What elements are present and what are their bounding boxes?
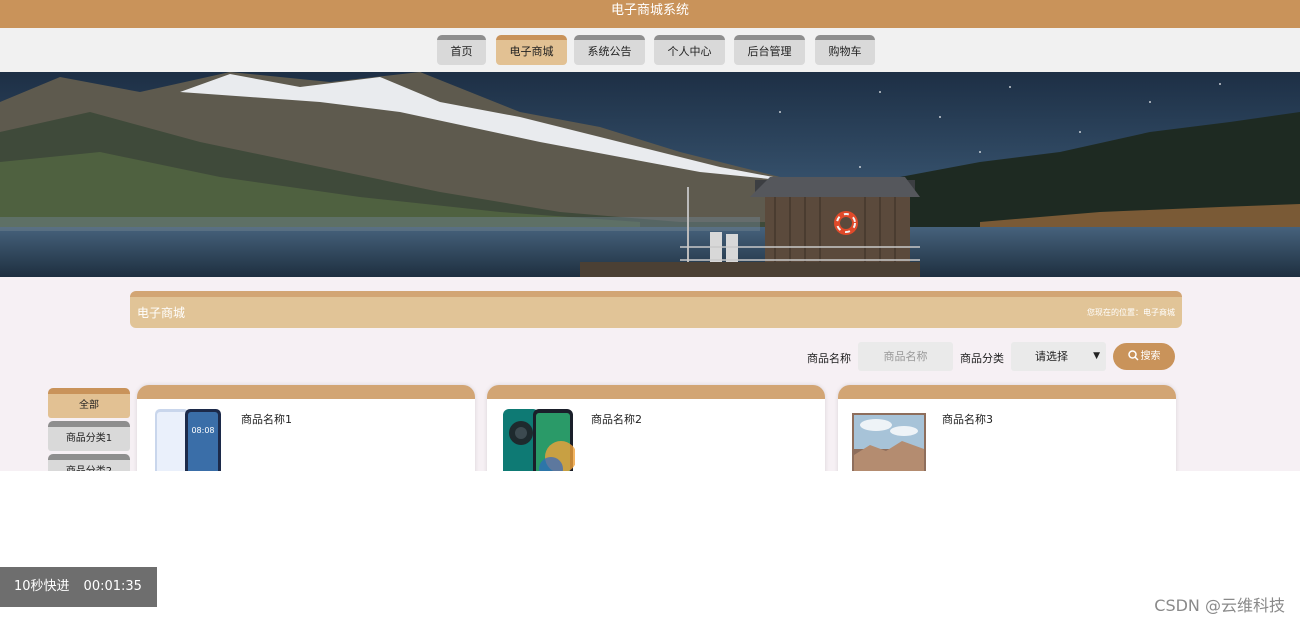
search-icon [1127,350,1139,361]
product-card[interactable]: 商品名称2 [487,385,825,471]
watermark: CSDN @云维科技 [1154,596,1285,615]
product-name: 商品名称2 [591,413,642,426]
site-title: 电子商城系统 [610,3,689,18]
page-title: 电子商城 [137,306,186,320]
category-label: 商品分类 [960,352,1004,365]
nav-item-mall[interactable]: 电子商城 [496,35,567,65]
category-item-2[interactable]: 商品分类2 [48,454,130,471]
product-name-input[interactable] [858,342,953,371]
chevron-down-icon: ▼ [1093,351,1100,361]
smartphone-icon [501,407,575,471]
category-select-value: 请选择 [1035,350,1068,363]
nav-item-admin[interactable]: 后台管理 [734,35,805,65]
category-item-all[interactable]: 全部 [48,388,130,418]
product-card[interactable]: 商品名称3 [838,385,1176,471]
product-name: 商品名称3 [942,413,993,426]
search-button[interactable]: 搜索 [1113,343,1175,370]
breadcrumb: 电子商城 您现在的位置：电子商城 [130,291,1182,328]
nav-item-announcements[interactable]: 系统公告 [574,35,645,65]
playback-time: 00:01:35 [83,579,142,594]
category-select[interactable]: 请选择 ▼ [1011,342,1106,371]
category-item-1[interactable]: 商品分类1 [48,421,130,451]
main-nav: 首页 电子商城 系统公告 个人中心 后台管理 购物车 [0,28,1300,72]
current-location: 您现在的位置：电子商城 [1087,308,1175,317]
fast-forward-button[interactable]: 10秒快进 [14,579,70,594]
video-player-bar: 10秒快进 00:01:35 [0,567,157,607]
search-button-label: 搜索 [1140,351,1161,362]
page: 电子商城系统 首页 电子商城 系统公告 个人中心 后台管理 购物车 电子商城 您… [0,0,1300,620]
product-name: 商品名称1 [241,413,292,426]
nav-item-home[interactable]: 首页 [437,35,486,65]
svg-text:08:08: 08:08 [191,426,214,435]
landscape-photo [852,407,926,471]
product-name-label: 商品名称 [807,352,851,365]
nav-item-cart[interactable]: 购物车 [815,35,875,65]
site-title-bar: 电子商城系统 [0,0,1300,28]
content-area: 电子商城 您现在的位置：电子商城 商品名称 商品分类 请选择 ▼ 搜索 全部 商… [0,277,1300,471]
product-card[interactable]: 08:08 商品名称1 [137,385,475,471]
banner-image [0,72,1300,277]
nav-item-user-center[interactable]: 个人中心 [654,35,725,65]
smartphone-icon: 08:08 [151,407,225,471]
